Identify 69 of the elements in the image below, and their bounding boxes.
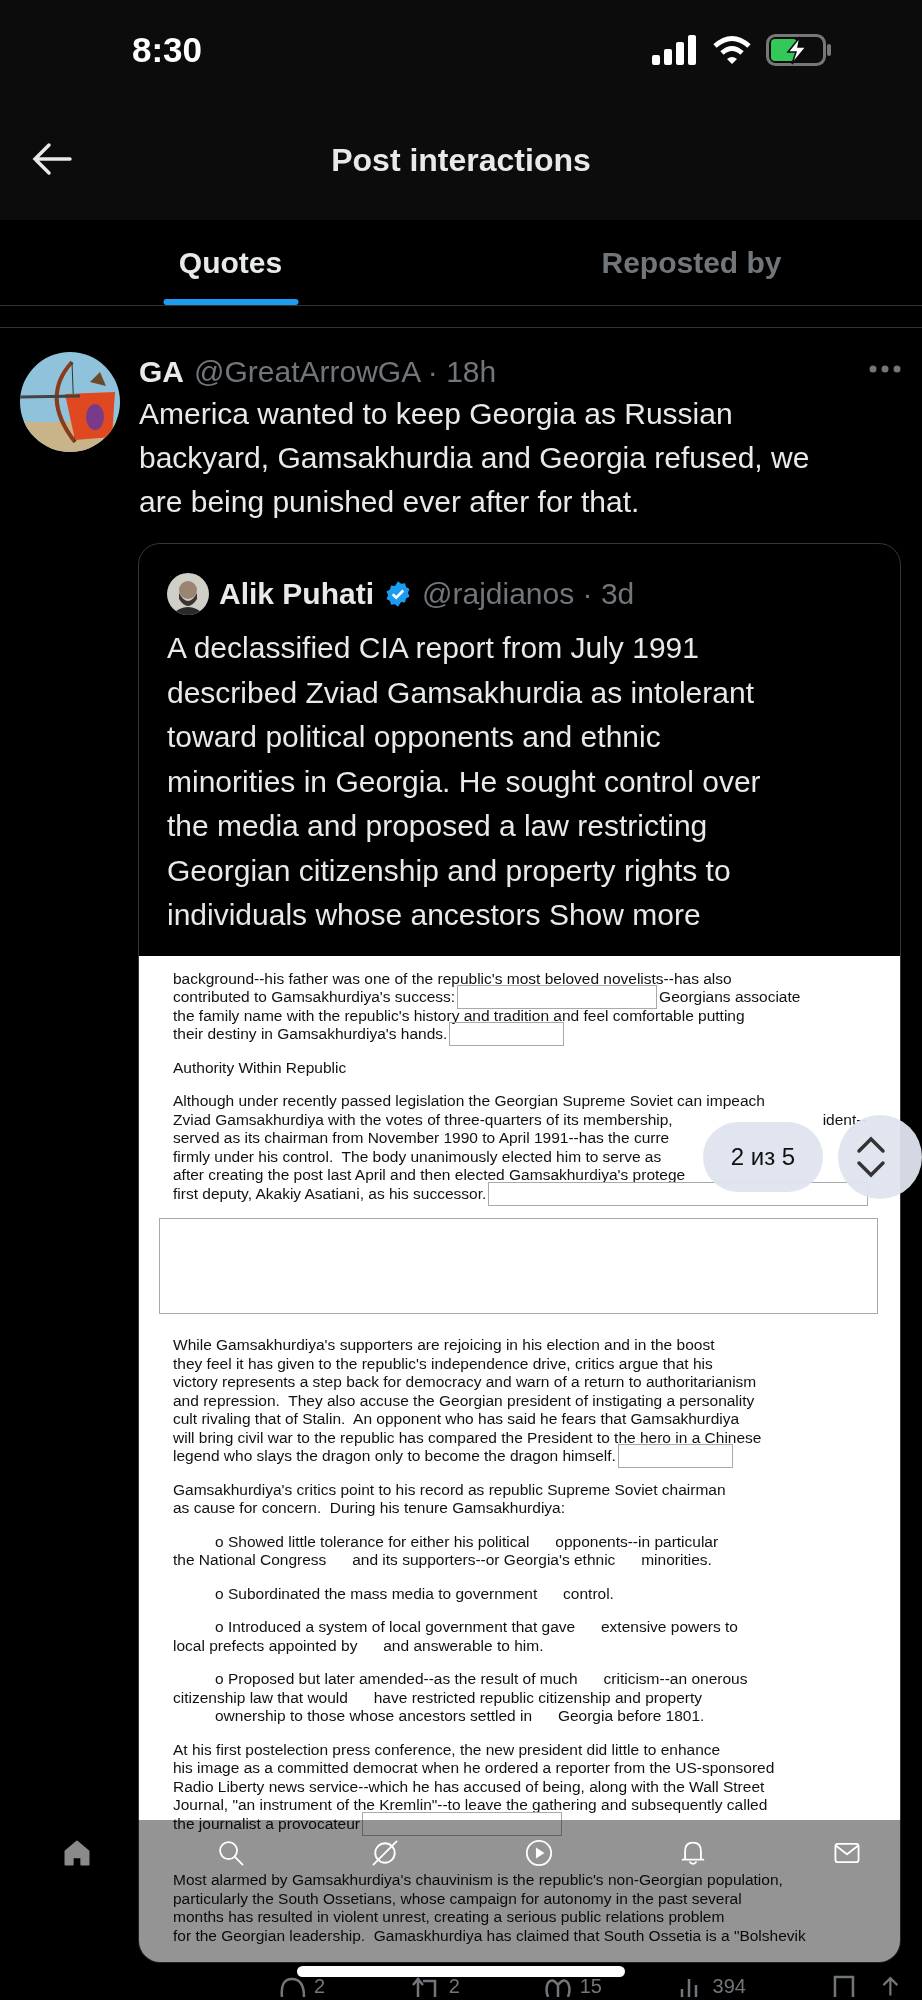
show-more-link[interactable]: Show more [548,898,701,931]
nav-tab[interactable] [679,1839,707,1867]
search-icon [217,1839,245,1867]
back-arrow-icon[interactable] [32,142,72,176]
document-text: and repression. They also accuse the Georgian president of instigating a personality [173,1391,755,1410]
document-text: first deputy, Akakiy Asatiani, as his successor. [173,1184,487,1203]
document-text: local prefects appointed by and answerable to him. [173,1636,544,1655]
nav-tab[interactable] [217,1839,245,1867]
document-text: o Introduced a system of local government that gave extensive powers to [215,1618,738,1637]
bell-icon [679,1839,707,1867]
document-text: legend who slays the dragon only to become the dragon himself. [173,1447,616,1466]
document-text: the National Congress and its supporters--or Georgia's ethnic minorities. [173,1551,712,1570]
document-text: served as its chairman from November 1990 to April 1991--has the curre [173,1129,670,1148]
document-text: Most alarmed by Gamsakhurdiya's chauvinism is the republic's non-Georgian population, [173,1871,783,1890]
document-text: Georgians associate [659,988,801,1007]
document-text: o Showed little tolerance for either his political opponents--in particular [215,1532,719,1551]
document-text: particularly the South Ossetians, whose campaign for autonomy in the past several [173,1889,742,1908]
home-icon [63,1839,91,1867]
document-text: for the Georgian leadership. Gamaskhurdiya has claimed that South Ossetia is a "Bolshevik [173,1926,806,1945]
document-text: Journal, "an instrument of the Kremlin"--to leave the gathering and subsequently called [173,1796,768,1815]
document-text: o Subordinated the mass media to government control. [215,1584,614,1603]
verified-badge-icon [384,580,413,608]
document-text: ident-- [822,1110,867,1129]
document-text: cult rivaling that of Stalin. An opponent who has said he fears that Gamsakhurdiya [173,1410,740,1429]
post-action[interactable]: 2 [278,1974,411,1998]
document-text: Although under recently passed legislation the Georgian Supreme Soviet can impeach [173,1092,765,1111]
document-text: after creating the post last April and then elected Gamsakhurdiya's protege [173,1166,686,1185]
quoted-post-text: A declassified CIA report from July 1991 described Zviad Gamsakhurdia as intolerant toward political opponents and ethnic minorities in Georgia. He sought control over the media and proposed a law restricting Georgian citizenship and property rights to individuals whose ancestors Show more [166,630,762,933]
author-meta: @rajdianos · 3d [422,577,635,611]
status-time: 8:30 [132,30,203,70]
play-icon [525,1839,553,1867]
document-text: Radio Liberty news service--which he has accused of being, along with the Wall Street [173,1777,765,1796]
document-text: Zviad Gamsakhurdiya with the votes of three-quarters of its membership, [173,1110,673,1129]
signal-icon [652,35,698,65]
chevron-up-down-icon [856,1135,886,1179]
document-text: firmly under his control. The body unanimously elected him to serve as [173,1147,662,1166]
document-text: his image as a committed democrat when he ordered a reporter from the US-sponsored [173,1759,775,1778]
document-text: victory represents a step back for democracy and warn of a return to authoritarianism [173,1373,757,1392]
document-text: contributed to Gamsakhurdiya's success: [173,988,456,1007]
document-text: o Proposed but later amended--as the result of much criticism--an onerous [215,1670,748,1689]
document-text: Gamsakhurdiya's critics point to his record as republic Supreme Soviet chairman [173,1480,726,1499]
document-text: months has resulted in violent unrest, creating a serious public relations problem [173,1908,725,1927]
document-text: their destiny in Gamsakhurdiya's hands. [173,1025,448,1044]
document-text: they feel it has given to the republic's independence drive, critics argue that his [173,1354,713,1373]
document-heading: Authority Within Republic [173,1058,347,1077]
more-icon[interactable] [868,364,902,374]
page-title: Post interactions [331,141,591,179]
post-text: America wanted to keep Georgia as Russian backyard, Gamsakhurdia and Georgia refused, we are being punished ever after for that. [139,396,811,520]
author-meta: @GreatArrowGA · 18h [194,355,497,389]
post-action[interactable]: 15 [543,1974,677,1998]
document-text: background--his father was one of the republic's most beloved novelists--has also [173,969,732,988]
document-text: At his first postelection press conference, the new president did little to enhance [173,1740,721,1759]
document-text: will bring civil war to the republic has compared the President to the hero in a Chinese [173,1428,762,1447]
document-text: the family name with the republic's history and tradition and feel comfortable putting [173,1006,745,1025]
tab[interactable]: Reposted by [461,220,922,305]
document-text: While Gamsakhurdiya's supporters are rejoicing in his election and in the boost [173,1336,715,1355]
wifi-icon [712,35,752,65]
author-name: Alik Puhati [219,577,375,611]
document-text: ownership to those whose ancestors settled in Georgia before 1801. [215,1707,705,1726]
document-text: citizenship law that would have restricted republic citizenship and property [173,1688,702,1707]
author-name: GA [139,355,184,389]
document-text: as cause for concern. During his tenure Gamsakhurdiya: [173,1499,565,1518]
slashed-circle-icon [371,1839,399,1867]
post-action[interactable]: 394 [676,1974,810,1998]
quoted-post-card[interactable] [138,543,901,1963]
post-action[interactable]: 2 [410,1974,544,1998]
nav-tab[interactable] [63,1839,91,1867]
tab[interactable]: Quotes [0,220,461,305]
battery-icon [766,34,832,66]
